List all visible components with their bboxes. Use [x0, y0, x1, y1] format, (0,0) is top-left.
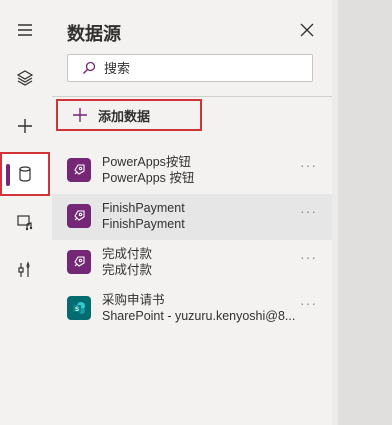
source-type: SharePoint - yuzuru.kenyoshi@8... [102, 309, 296, 323]
sharepoint-icon: S [67, 296, 91, 320]
tools-icon [18, 261, 30, 277]
powerapps-icon [67, 204, 91, 228]
canvas-area [332, 0, 392, 425]
data-sources-panel: 数据源 添加数据 PowerApps按钮 PowerApps 按钮 ··· [52, 0, 332, 425]
hamburger-icon [18, 24, 32, 36]
source-name: PowerApps按钮 [102, 155, 191, 169]
divider [52, 96, 332, 97]
data-source-list: PowerApps按钮 PowerApps 按钮 ··· FinishPayme… [52, 148, 332, 332]
layers-icon [16, 70, 34, 86]
database-icon [19, 166, 31, 182]
tree-view-button[interactable] [0, 56, 50, 100]
search-box[interactable] [67, 54, 313, 82]
menu-button[interactable] [0, 8, 50, 52]
close-icon [300, 23, 314, 37]
insert-button[interactable] [0, 104, 50, 148]
source-type: PowerApps 按钮 [102, 171, 195, 185]
panel-edge [332, 0, 338, 425]
list-item[interactable]: FinishPayment FinishPayment ··· [52, 194, 332, 240]
source-name: 采购申请书 [102, 293, 165, 307]
left-rail [0, 0, 53, 425]
svg-text:S: S [75, 307, 79, 313]
plus-icon [18, 119, 32, 133]
advanced-tools-button[interactable] [0, 248, 50, 292]
list-item[interactable]: 完成付款 完成付款 ··· [52, 240, 332, 286]
data-sources-button[interactable] [0, 152, 50, 196]
more-options-button[interactable]: ··· [300, 249, 317, 265]
search-input[interactable] [102, 59, 306, 77]
close-button[interactable] [297, 20, 317, 40]
add-data-label: 添加数据 [98, 108, 151, 124]
source-type: 完成付款 [102, 263, 153, 277]
plus-icon [73, 108, 87, 122]
search-icon [83, 61, 96, 74]
powerapps-icon [67, 158, 91, 182]
source-type: FinishPayment [102, 217, 185, 231]
list-item[interactable]: S 采购申请书 SharePoint - yuzuru.kenyoshi@8..… [52, 286, 332, 332]
add-data-button[interactable]: 添加数据 [56, 99, 202, 131]
media-icon [17, 215, 33, 231]
more-options-button[interactable]: ··· [300, 157, 317, 173]
media-button[interactable] [0, 200, 50, 244]
panel-title: 数据源 [67, 24, 121, 44]
more-options-button[interactable]: ··· [300, 295, 317, 311]
list-item[interactable]: PowerApps按钮 PowerApps 按钮 ··· [52, 148, 332, 194]
powerapps-icon [67, 250, 91, 274]
source-name: 完成付款 [102, 247, 153, 261]
more-options-button[interactable]: ··· [300, 203, 317, 219]
source-name: FinishPayment [102, 201, 185, 215]
